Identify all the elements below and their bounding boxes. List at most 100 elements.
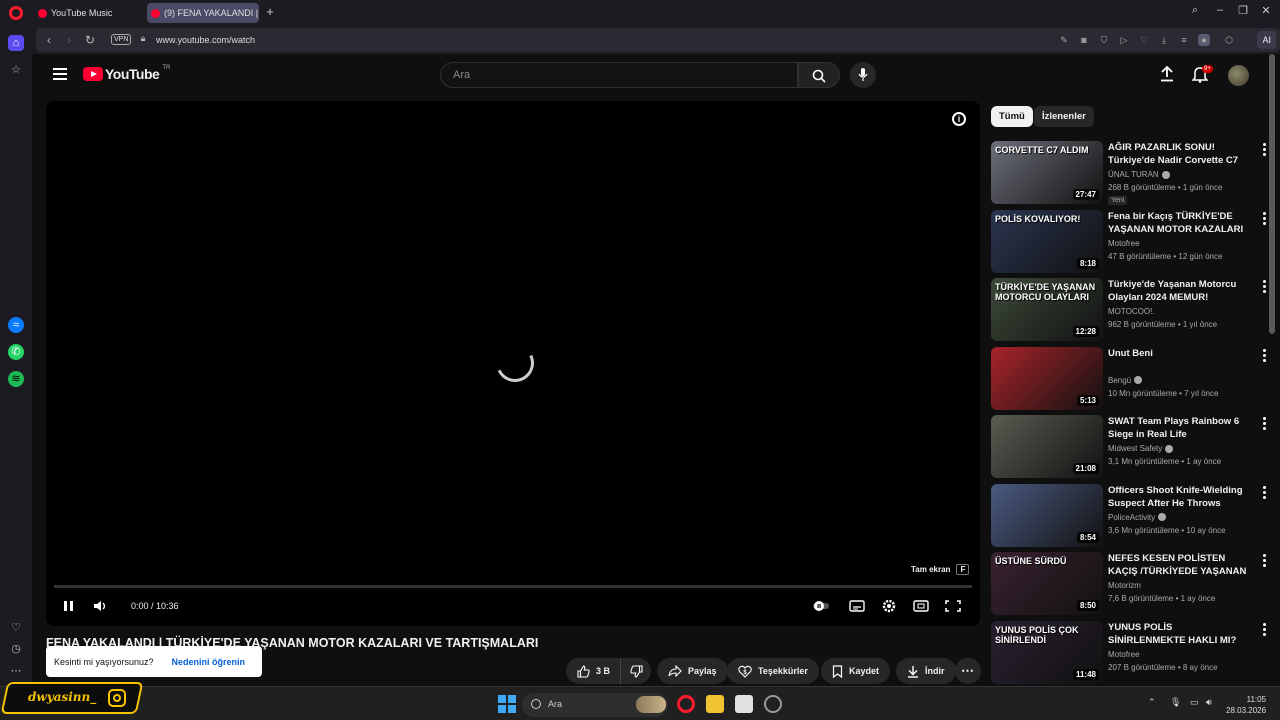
- heart-icon[interactable]: ♡: [8, 620, 24, 636]
- info-icon[interactable]: i: [952, 112, 966, 126]
- like-button[interactable]: 3 B: [566, 658, 621, 684]
- progress-bar[interactable]: [54, 585, 972, 588]
- forward-icon[interactable]: ›: [62, 33, 76, 47]
- lock-icon[interactable]: 🔒︎: [136, 33, 150, 44]
- recommendation-card[interactable]: 8:54 Officers Shoot Knife-Wielding Suspe…: [991, 483, 1273, 548]
- video-thumbnail[interactable]: YUNUS POLİS ÇOK SİNİRLENDİ 11:48: [991, 620, 1103, 684]
- subtitles-icon[interactable]: [848, 599, 866, 613]
- download-button[interactable]: İndir: [896, 658, 956, 684]
- download-icon[interactable]: ⤓: [1158, 34, 1170, 46]
- tab-active-video[interactable]: (9) FENA YAKALANDI | TÜ: [147, 3, 259, 23]
- microphone-tray-icon[interactable]: 🎙︎: [1170, 697, 1181, 708]
- channel-name[interactable]: Bengü: [1108, 376, 1143, 385]
- thanks-button[interactable]: $ Teşekkürler: [727, 658, 819, 684]
- vpn-badge[interactable]: VPN: [111, 34, 132, 45]
- share-button[interactable]: Paylaş: [657, 658, 728, 684]
- shield-icon[interactable]: ⛉: [1098, 34, 1110, 46]
- chip-watched[interactable]: İzlenenler: [1034, 106, 1094, 127]
- star-icon[interactable]: ☆: [8, 62, 24, 78]
- bookmark-heart-icon[interactable]: ♡: [1138, 34, 1150, 46]
- channel-name[interactable]: Midwest Safety: [1108, 444, 1174, 453]
- taskbar-clock[interactable]: 11:05 28.03.2026: [1226, 694, 1266, 716]
- voice-search-button[interactable]: [850, 62, 876, 88]
- pause-icon[interactable]: [60, 599, 78, 613]
- avatar[interactable]: [1228, 65, 1249, 86]
- recommendation-title[interactable]: YUNUS POLİS SİNİRLENMEKTE HAKLI MI? TÜRK…: [1108, 621, 1248, 648]
- chrome-like-taskbar-icon[interactable]: [764, 695, 782, 713]
- spotify-icon[interactable]: ≋: [8, 371, 24, 387]
- more-options-icon[interactable]: [1263, 143, 1267, 158]
- recommendation-title[interactable]: Officers Shoot Knife-Wielding Suspect Af…: [1108, 484, 1248, 511]
- channel-name[interactable]: MOTOCOO!.: [1108, 307, 1155, 316]
- extensions-icon[interactable]: ⬡: [1223, 34, 1235, 46]
- autoplay-toggle-icon[interactable]: [812, 599, 830, 613]
- file-explorer-icon[interactable]: [706, 695, 724, 713]
- recommendation-card[interactable]: CORVETTE C7 ALDIM 27:47 AĞIR PAZARLIK SO…: [991, 141, 1273, 205]
- aria-ai-button[interactable]: AI: [1257, 31, 1276, 49]
- tray-chevron-up-icon[interactable]: ⌃: [1148, 697, 1156, 708]
- home-icon[interactable]: ⌂: [8, 35, 24, 51]
- channel-name[interactable]: ÜNAL TURAN: [1108, 170, 1170, 179]
- search-input[interactable]: Ara: [440, 62, 798, 88]
- new-tab-plus-icon[interactable]: +: [263, 5, 277, 19]
- upload-icon[interactable]: [1160, 66, 1174, 82]
- close-icon[interactable]: ✕: [1258, 4, 1274, 17]
- video-thumbnail[interactable]: 8:54: [991, 483, 1103, 547]
- whatsapp-icon[interactable]: ✆: [8, 344, 24, 360]
- recommendation-card[interactable]: 21:08 SWAT Team Plays Rainbow 6 Siege in…: [991, 415, 1273, 479]
- recommendation-card[interactable]: TÜRKİYE'DE YAŞANAN MOTORCU OLAYLARI 12:2…: [991, 278, 1273, 342]
- recommendation-title[interactable]: Fena bir Kaçış TÜRKİYE'DE YAŞANAN MOTOR …: [1108, 210, 1248, 237]
- page-scrollbar[interactable]: [1269, 54, 1275, 334]
- edit-icon[interactable]: ✎: [1058, 34, 1070, 46]
- more-options-icon[interactable]: [1263, 348, 1267, 364]
- more-options-icon[interactable]: [1263, 417, 1267, 432]
- channel-name[interactable]: Motofree: [1108, 650, 1140, 659]
- camera-icon[interactable]: ◙: [1078, 34, 1090, 46]
- minimize-icon[interactable]: –: [1212, 4, 1228, 16]
- network-icon[interactable]: ▭: [1190, 697, 1199, 708]
- video-thumbnail[interactable]: 5:13: [991, 346, 1103, 410]
- save-button[interactable]: Kaydet: [821, 658, 891, 684]
- recommendation-title[interactable]: AĞIR PAZARLIK SONU! Türkiye'de Nadir Cor…: [1108, 141, 1248, 168]
- recommendation-title[interactable]: Unut Beni: [1108, 347, 1248, 360]
- more-options-icon[interactable]: [1263, 280, 1267, 295]
- messenger-icon[interactable]: ≈: [8, 317, 24, 333]
- chip-all[interactable]: Tümü: [991, 106, 1033, 127]
- url-field[interactable]: www.youtube.com/watch: [156, 35, 255, 45]
- windows-start-icon[interactable]: [498, 695, 516, 713]
- channel-name[interactable]: PoliceActivity: [1108, 513, 1167, 522]
- tab-search-icon[interactable]: ⌕: [1187, 4, 1203, 17]
- menu-lines-icon[interactable]: ≡: [1178, 34, 1190, 46]
- recommendation-title[interactable]: Türkiye'de Yaşanan Motorcu Olayları 2024…: [1108, 278, 1248, 304]
- reload-icon[interactable]: ↻: [83, 33, 97, 47]
- youtube-logo[interactable]: YouTube TR: [83, 65, 170, 82]
- opera-taskbar-icon[interactable]: [677, 695, 695, 713]
- video-thumbnail[interactable]: ÜSTÜNE SÜRDÜ 8:50: [991, 552, 1103, 615]
- history-clock-icon[interactable]: ◷: [8, 641, 24, 657]
- channel-name[interactable]: Motofree: [1108, 239, 1140, 248]
- play-icon[interactable]: ▷: [1118, 34, 1130, 46]
- hamburger-menu-icon[interactable]: [53, 68, 67, 80]
- recommendation-card[interactable]: YUNUS POLİS ÇOK SİNİRLENDİ 11:48 YUNUS P…: [991, 620, 1273, 685]
- more-options-icon[interactable]: [1263, 554, 1267, 569]
- more-options-icon[interactable]: [1263, 211, 1267, 227]
- recommendation-card[interactable]: 5:13 Unut Beni Bengü 10 Mn görüntüleme •…: [991, 346, 1273, 411]
- more-options-icon[interactable]: [1263, 622, 1267, 638]
- profile-icon[interactable]: ●: [1198, 34, 1210, 46]
- recommendation-card[interactable]: ÜSTÜNE SÜRDÜ 8:50 NEFES KESEN POLİSTEN K…: [991, 552, 1273, 616]
- channel-name[interactable]: Motorizm: [1108, 581, 1141, 590]
- opera-logo-icon[interactable]: [9, 6, 23, 20]
- video-player[interactable]: i Tam ekran F 0:00 / 10:36: [46, 101, 980, 626]
- recommendation-card[interactable]: POLİS KOVALIYOR! 8:18 Fena bir Kaçış TÜR…: [991, 209, 1273, 274]
- theater-mode-icon[interactable]: [912, 599, 930, 613]
- search-button[interactable]: [798, 62, 840, 88]
- video-thumbnail[interactable]: CORVETTE C7 ALDIM 27:47: [991, 141, 1103, 204]
- microsoft-store-icon[interactable]: [735, 695, 753, 713]
- recommendation-title[interactable]: SWAT Team Plays Rainbow 6 Siege in Real …: [1108, 415, 1248, 441]
- volume-icon[interactable]: [92, 599, 110, 613]
- recommendation-title[interactable]: NEFES KESEN POLİSTEN KAÇIŞ /TÜRKİYEDE YA…: [1108, 552, 1248, 579]
- video-thumbnail[interactable]: TÜRKİYE'DE YAŞANAN MOTORCU OLAYLARI 12:2…: [991, 278, 1103, 341]
- dislike-button[interactable]: [620, 658, 651, 684]
- video-thumbnail[interactable]: POLİS KOVALIYOR! 8:18: [991, 209, 1103, 273]
- back-icon[interactable]: ‹: [42, 33, 56, 47]
